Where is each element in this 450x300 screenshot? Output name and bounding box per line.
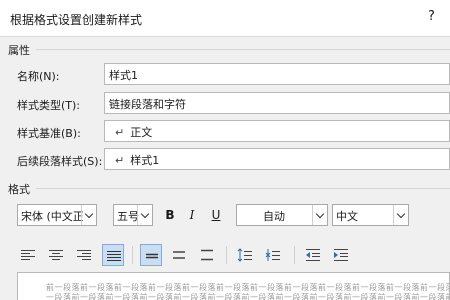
font-value: 宋体 (中文正文) xyxy=(21,210,83,223)
underline-button[interactable]: U xyxy=(206,205,226,225)
align-left-icon xyxy=(21,250,35,260)
align-justify-icon xyxy=(107,251,121,261)
font-color-value: 自动 xyxy=(263,210,285,223)
style-type-label: 样式类型(T): xyxy=(17,99,81,112)
chevron-down-icon[interactable] xyxy=(393,205,408,225)
toolbar-separator xyxy=(132,246,133,264)
line-spacing-oneandhalf-button[interactable] xyxy=(168,244,190,266)
bold-button[interactable]: B xyxy=(160,205,180,225)
space-after-icon xyxy=(265,249,280,261)
paragraph-style-icon: ↵ xyxy=(115,126,125,139)
line-spacing-oneandhalf-icon xyxy=(173,251,185,259)
properties-heading: 属性 xyxy=(8,44,30,57)
preview-line-2: 一段落前一段落前一段落前一段落前一段落前一段落前一段落前一段落前一段落前一段落前… xyxy=(46,293,450,300)
italic-button[interactable]: I xyxy=(182,205,202,225)
toolbar-separator xyxy=(226,246,227,264)
increase-indent-button[interactable] xyxy=(330,244,352,266)
name-input[interactable]: 样式1 xyxy=(104,63,450,85)
align-right-icon xyxy=(77,250,91,260)
next-paragraph-style-label: 后续段落样式(S): xyxy=(17,155,103,168)
font-color-select[interactable]: 自动 xyxy=(236,204,328,226)
style-type-value: 链接段落和字符 xyxy=(109,98,186,111)
dialog-title: 根据格式设置创建新样式 xyxy=(10,13,143,27)
align-center-icon xyxy=(49,250,63,260)
dialog-titlebar: 根据格式设置创建新样式 ? xyxy=(0,0,450,37)
line-spacing-double-button[interactable] xyxy=(196,244,218,266)
font-size-select[interactable]: 五号 xyxy=(113,204,153,226)
script-value: 中文 xyxy=(336,210,358,223)
style-based-on-value: 正文 xyxy=(130,126,153,139)
format-divider xyxy=(36,188,450,189)
style-based-on-label: 样式基准(B): xyxy=(17,127,81,140)
line-spacing-double-icon xyxy=(201,249,213,261)
space-before-icon xyxy=(237,248,252,262)
align-left-button[interactable] xyxy=(17,244,39,266)
decrease-indent-button[interactable] xyxy=(302,244,324,266)
next-paragraph-style-value: 样式1 xyxy=(130,154,160,167)
name-value: 样式1 xyxy=(109,69,138,82)
name-label: 名称(N): xyxy=(17,70,60,83)
format-heading: 格式 xyxy=(8,183,30,196)
chevron-down-icon[interactable] xyxy=(137,205,152,225)
script-select[interactable]: 中文 xyxy=(332,204,409,226)
line-spacing-single-icon xyxy=(146,253,158,259)
align-center-button[interactable] xyxy=(45,244,67,266)
help-button[interactable]: ? xyxy=(428,9,435,24)
increase-indent-icon xyxy=(334,249,348,261)
paragraph-style-icon: ↵ xyxy=(115,154,125,167)
space-before-increase-button[interactable] xyxy=(234,244,256,266)
next-paragraph-style-select[interactable]: ↵ 样式1 xyxy=(104,148,450,170)
style-preview-pane: 前一段落前一段落前一段落前一段落前一段落前一段落前一段落前一段落前一段落前一段落… xyxy=(17,272,450,300)
decrease-indent-icon xyxy=(306,249,320,261)
line-spacing-single-button[interactable] xyxy=(140,244,162,266)
chevron-down-icon[interactable] xyxy=(312,205,327,225)
style-based-on-select[interactable]: ↵ 正文 xyxy=(104,120,450,142)
space-before-decrease-button[interactable] xyxy=(262,244,284,266)
style-type-select[interactable]: 链接段落和字符 xyxy=(104,92,450,114)
properties-divider xyxy=(36,49,450,50)
align-right-button[interactable] xyxy=(73,244,95,266)
toolbar-separator xyxy=(294,246,295,264)
chevron-down-icon[interactable] xyxy=(81,205,96,225)
align-justify-button[interactable] xyxy=(102,244,124,266)
font-select[interactable]: 宋体 (中文正文) xyxy=(17,204,97,226)
